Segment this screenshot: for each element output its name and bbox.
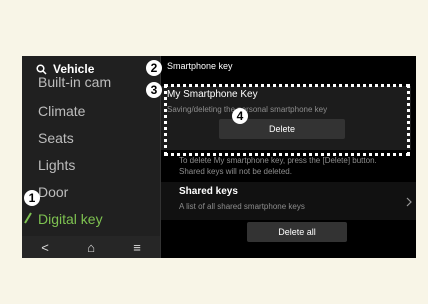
sidebar-item-digital-key[interactable]: Digital key <box>38 211 103 227</box>
delete-all-button[interactable]: Delete all <box>247 222 347 242</box>
hint-line: To delete My smartphone key, press the [… <box>179 156 377 165</box>
highlight-box <box>164 84 410 156</box>
active-indicator-icon <box>24 212 32 224</box>
sidebar-item-climate[interactable]: Climate <box>38 103 85 119</box>
chevron-right-icon <box>406 197 412 207</box>
menu-button[interactable]: ≡ <box>114 236 160 258</box>
callout-2: 2 <box>146 60 162 76</box>
sidebar: Vehicle Built-in cam Climate Seats Light… <box>22 56 160 258</box>
callout-4: 4 <box>232 108 248 124</box>
page-title: Smartphone key <box>167 61 233 71</box>
bottom-nav-bar: < ⌂ ≡ <box>22 236 160 258</box>
hint-line: Shared keys will not be deleted. <box>179 167 292 176</box>
sidebar-item-door[interactable]: Door <box>38 184 68 200</box>
callout-1: 1 <box>24 190 40 206</box>
back-button[interactable]: < <box>22 236 68 258</box>
home-button[interactable]: ⌂ <box>68 236 114 258</box>
search-icon <box>36 63 47 75</box>
shared-keys-subtitle: A list of all shared smartphone keys <box>179 202 305 211</box>
callout-3: 3 <box>146 82 162 98</box>
sidebar-item-lights[interactable]: Lights <box>38 157 75 173</box>
delete-hint: To delete My smartphone key, press the [… <box>179 155 411 177</box>
sidebar-item-seats[interactable]: Seats <box>38 130 74 146</box>
shared-keys-title: Shared keys <box>179 186 238 197</box>
sidebar-item-built-in-cam[interactable]: Built-in cam <box>38 74 111 90</box>
shared-keys-item[interactable]: Shared keys A list of all shared smartph… <box>161 182 416 220</box>
